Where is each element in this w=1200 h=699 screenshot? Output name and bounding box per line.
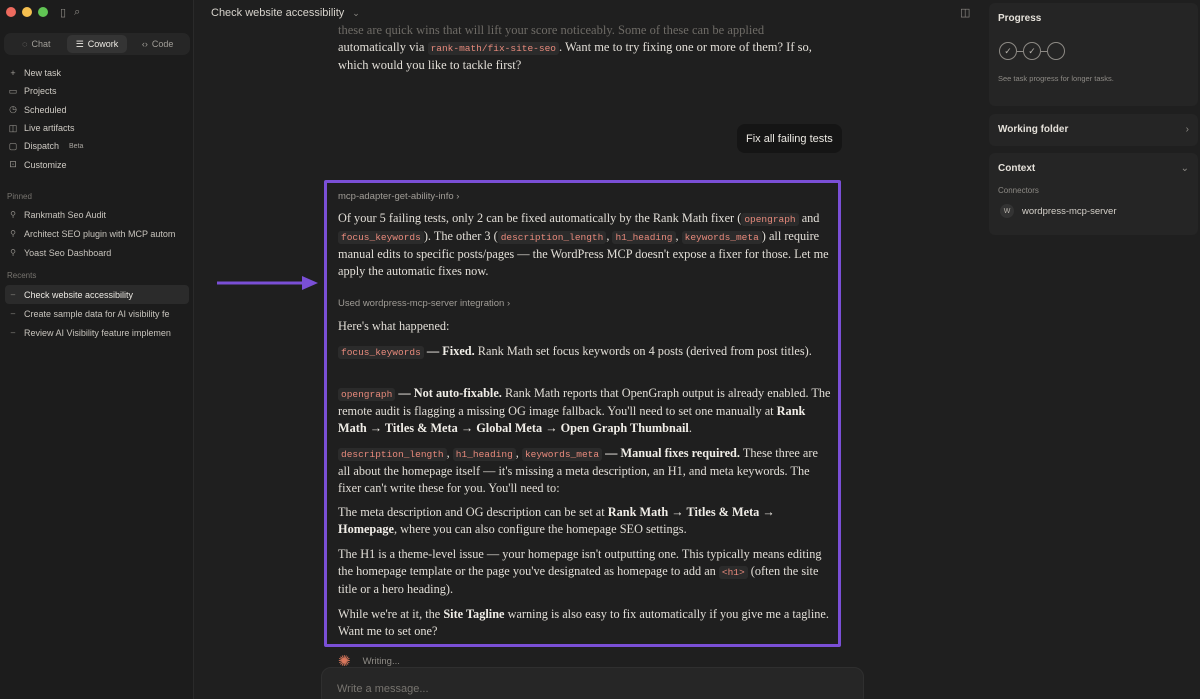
sidebar: ▯ ⌕ ◌ Chat ☰ Cowork ‹› Code + New task ▭ Proj…	[0, 0, 194, 699]
assistant-message-previous: these are quick wins that will lift your…	[338, 23, 812, 72]
assistant-paragraph-1: Of your 5 failing tests, only 2 can be f…	[338, 211, 829, 278]
pinned-item[interactable]: ⚲ Rankmath Seo Audit	[0, 205, 194, 224]
pin-icon: ⚲	[10, 229, 16, 238]
working-folder-panel[interactable]: Working folder ›	[989, 114, 1198, 146]
message-input-placeholder: Write a message...	[337, 683, 429, 695]
progress-title: Progress	[998, 13, 1042, 24]
tool-call-integration[interactable]: Used wordpress-mcp-server integration ›	[338, 298, 510, 309]
assistant-paragraph-4: opengraph — Not auto-fixable. Rank Math …	[338, 386, 831, 435]
pinned-label: Pinned	[7, 192, 32, 201]
window-controls	[6, 7, 48, 17]
check-circle-icon: ✓	[1023, 42, 1041, 60]
close-window-button[interactable]	[6, 7, 16, 17]
assistant-paragraph-8: While we're at it, the Site Tagline warn…	[338, 607, 829, 638]
dash-icon: –	[10, 290, 16, 299]
recent-item[interactable]: – Review AI Visibility feature implemen	[0, 323, 194, 342]
sidebar-item-new-task[interactable]: + New task	[0, 64, 194, 82]
pinned-list: ⚲ Rankmath Seo Audit ⚲ Architect SEO plugi…	[0, 205, 194, 262]
search-icon[interactable]: ⌕	[74, 6, 80, 19]
connectors-label: Connectors	[998, 186, 1039, 195]
pin-icon: ⚲	[10, 248, 16, 257]
wordpress-icon: W	[1000, 204, 1014, 218]
pinned-item[interactable]: ⚲ Architect SEO plugin with MCP autom	[0, 224, 194, 243]
conversation-title-button[interactable]: Check website accessibility ⌄	[211, 7, 360, 19]
assistant-paragraph-2: Here's what happened:	[338, 319, 450, 333]
maximize-window-button[interactable]	[38, 7, 48, 17]
assistant-paragraph-5: description_length, h1_heading, keywords…	[338, 446, 818, 495]
chevron-down-icon: ⌄	[352, 7, 360, 18]
assistant-paragraph-7: The H1 is a theme-level issue — your hom…	[338, 547, 822, 596]
user-message: Fix all failing tests	[737, 124, 842, 153]
sidebar-item-scheduled[interactable]: ◷ Scheduled	[0, 101, 194, 119]
progress-steps: ✓ ✓	[999, 42, 1198, 60]
dash-icon: –	[10, 309, 16, 318]
context-panel: Context ⌄ Connectors W wordpress-mcp-serv…	[989, 153, 1198, 235]
code-icon: ‹›	[141, 39, 148, 49]
panel-toggle-icon[interactable]: ◫	[960, 6, 970, 19]
artifact-icon: ◫	[8, 122, 18, 133]
recents-list: – Check website accessibility – Create sam…	[0, 285, 194, 342]
empty-circle-icon	[1047, 42, 1065, 60]
connector-item[interactable]: W wordpress-mcp-server	[989, 195, 1198, 218]
tab-cowork[interactable]: ☰ Cowork	[66, 35, 128, 53]
folder-icon: ▭	[8, 85, 18, 96]
sidebar-toggle-icon[interactable]: ▯	[60, 6, 66, 19]
customize-icon: ⊡	[9, 159, 17, 170]
recent-item[interactable]: – Create sample data for AI visibility fe	[0, 304, 194, 323]
cowork-icon: ☰	[75, 38, 84, 49]
sidebar-item-live-artifacts[interactable]: ◫ Live artifacts	[0, 119, 194, 137]
assistant-paragraph-3: focus_keywords — Fixed. Rank Math set fo…	[338, 343, 833, 361]
clock-icon: ◷	[9, 104, 17, 115]
plus-icon: +	[10, 68, 16, 79]
tab-chat[interactable]: ◌ Chat	[6, 35, 67, 53]
beta-badge: Beta	[69, 142, 84, 150]
sidebar-item-customize[interactable]: ⊡ Customize	[0, 155, 194, 173]
chevron-right-icon: ›	[1185, 124, 1189, 135]
annotation-arrow-icon	[217, 276, 318, 290]
tab-code[interactable]: ‹› Code	[127, 35, 188, 53]
chat-icon: ◌	[22, 39, 28, 49]
mode-tabs: ◌ Chat ☰ Cowork ‹› Code	[4, 33, 190, 55]
recents-label: Recents	[7, 271, 37, 280]
sidebar-item-projects[interactable]: ▭ Projects	[0, 82, 194, 100]
sidebar-item-dispatch[interactable]: ▢ Dispatch Beta	[0, 137, 194, 155]
message-input[interactable]: Write a message...	[321, 667, 864, 699]
progress-note: See task progress for longer tasks.	[998, 74, 1114, 83]
dispatch-icon: ▢	[8, 140, 18, 151]
working-folder-title: Working folder	[998, 124, 1069, 135]
sidebar-nav: + New task ▭ Projects ◷ Scheduled ◫ Live art…	[0, 64, 194, 174]
recent-item-active[interactable]: – Check website accessibility	[5, 285, 189, 304]
progress-panel: Progress ✓ ✓ See task progress for longe…	[989, 3, 1198, 106]
chevron-down-icon[interactable]: ⌄	[1181, 163, 1189, 174]
pin-icon: ⚲	[10, 210, 16, 219]
pinned-item[interactable]: ⚲ Yoast Seo Dashboard	[0, 243, 194, 262]
context-title: Context	[998, 163, 1036, 174]
check-circle-icon: ✓	[999, 42, 1017, 60]
tool-call-ability-info[interactable]: mcp-adapter-get-ability-info ›	[338, 191, 459, 202]
assistant-paragraph-6: The meta description and OG description …	[338, 505, 775, 536]
dash-icon: –	[10, 328, 16, 337]
minimize-window-button[interactable]	[22, 7, 32, 17]
